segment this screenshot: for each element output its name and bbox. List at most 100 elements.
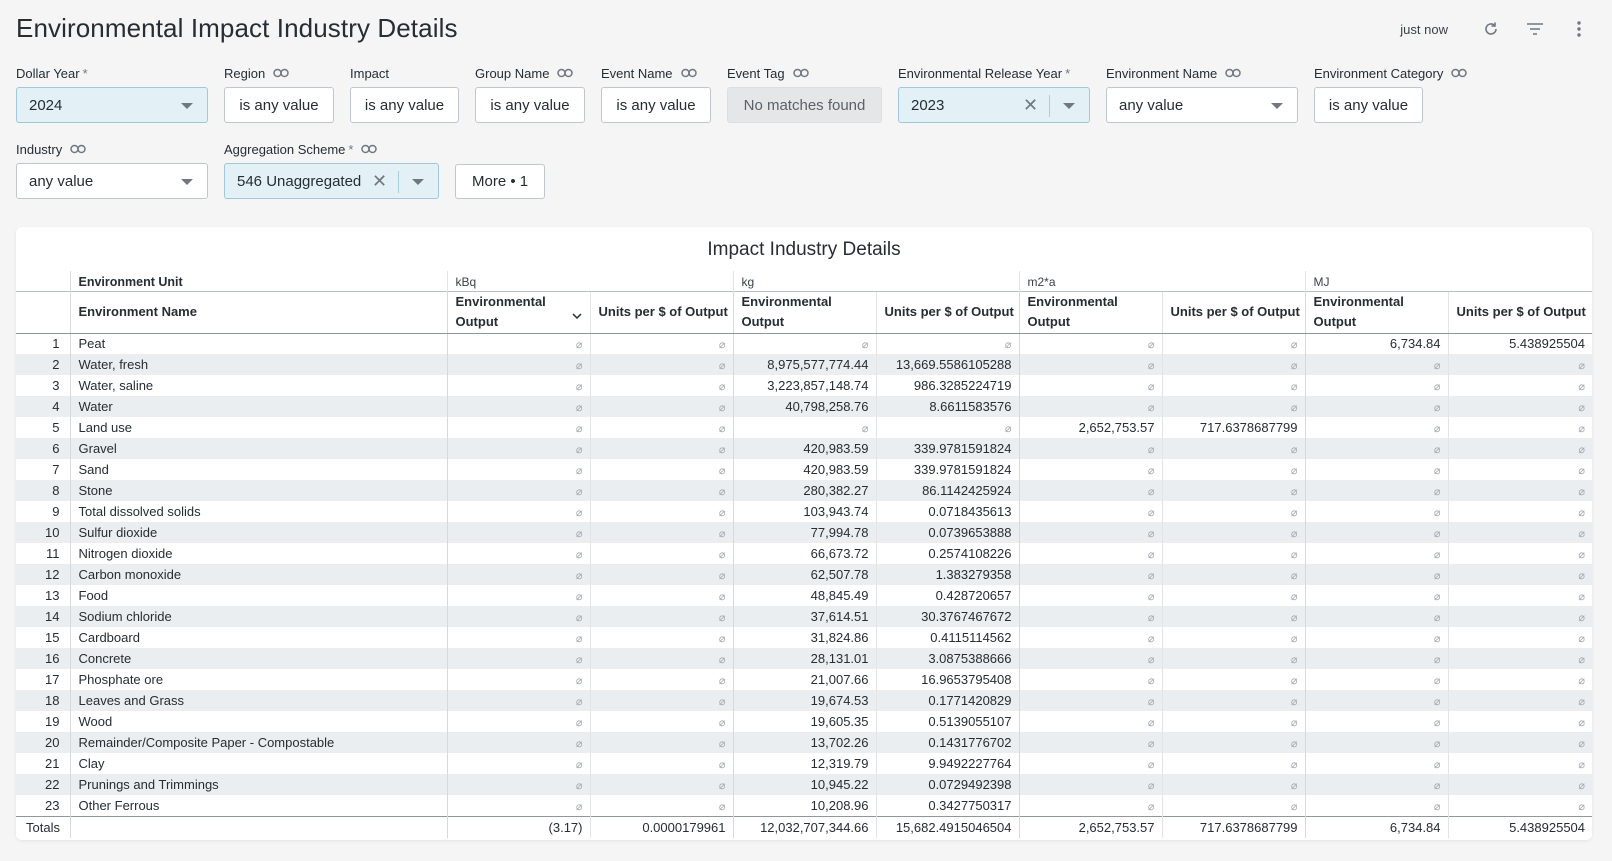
required-marker: * xyxy=(82,65,88,81)
table-row: 22 Prunings and Trimmings ⌀ ⌀ 10,945.22 0.072… xyxy=(16,774,1592,795)
null-icon: ⌀ xyxy=(718,339,726,352)
filter-env-release-year: Environmental Release Year * 2023 ✕ xyxy=(898,65,1090,123)
env-release-year-select[interactable]: 2023 ✕ xyxy=(898,87,1090,123)
environment-name-cell: Sulfur dioxide xyxy=(70,522,447,543)
units-per-dollar-header[interactable]: Units per $ of Output xyxy=(589,290,733,334)
null-icon: ⌀ xyxy=(1004,339,1012,352)
null-cell: ⌀ xyxy=(1304,543,1449,564)
row-index: 16 xyxy=(16,648,71,669)
null-icon: ⌀ xyxy=(575,570,583,582)
environment-name-select[interactable]: any value xyxy=(1106,87,1298,123)
environment-name-cell: Prunings and Trimmings xyxy=(70,774,447,795)
value-cell: 19,674.53 xyxy=(732,690,876,711)
link-icon[interactable] xyxy=(1225,68,1242,78)
refresh-icon[interactable] xyxy=(1480,18,1502,40)
null-cell: ⌀ xyxy=(1447,585,1592,606)
null-icon: ⌀ xyxy=(1578,360,1586,372)
value-cell: 2,652,753.57 xyxy=(1018,417,1162,438)
filter-label: Impact xyxy=(350,65,390,81)
null-cell: ⌀ xyxy=(589,690,733,711)
environment-category-filter-button[interactable]: is any value xyxy=(1314,87,1423,123)
null-icon: ⌀ xyxy=(1147,612,1155,624)
null-cell: ⌀ xyxy=(1304,627,1449,648)
units-per-dollar-header[interactable]: Units per $ of Output xyxy=(1447,290,1592,334)
filter-impact: Impact is any value xyxy=(350,65,459,123)
null-icon: ⌀ xyxy=(718,486,726,498)
null-icon: ⌀ xyxy=(1147,444,1155,456)
value-cell: 0.1771420829 xyxy=(875,690,1019,711)
row-index: 22 xyxy=(16,774,71,795)
environmental-output-header[interactable]: Environmental Output xyxy=(1304,290,1449,334)
filter-label: Aggregation Scheme xyxy=(224,141,346,157)
null-icon: ⌀ xyxy=(1290,675,1298,687)
filter-region: Region is any value xyxy=(224,65,334,123)
null-icon: ⌀ xyxy=(718,360,726,372)
sort-chevron-icon[interactable] xyxy=(571,306,582,326)
null-icon: ⌀ xyxy=(718,717,726,729)
industry-select[interactable]: any value xyxy=(16,163,208,199)
environmental-output-header[interactable]: Environmental Output xyxy=(446,290,590,334)
null-cell: ⌀ xyxy=(446,690,590,711)
link-icon[interactable] xyxy=(273,68,289,78)
null-icon: ⌀ xyxy=(1578,570,1586,582)
chevron-down-icon[interactable] xyxy=(1063,103,1075,109)
value-cell: 0.4115114562 xyxy=(875,627,1019,648)
totals-row: Totals (3.17) 0.0000179961 12,032,707,344.… xyxy=(16,815,1592,838)
environment-name-header[interactable]: Environment Name xyxy=(70,290,447,334)
table-row: 17 Phosphate ore ⌀ ⌀ 21,007.66 16.9653795408 ⌀… xyxy=(16,669,1592,690)
null-cell: ⌀ xyxy=(589,732,733,753)
value-cell: 77,994.78 xyxy=(732,522,876,543)
units-per-dollar-header[interactable]: Units per $ of Output xyxy=(875,290,1019,334)
null-icon: ⌀ xyxy=(718,654,726,666)
null-cell: ⌀ xyxy=(1304,606,1449,627)
impact-filter-button[interactable]: is any value xyxy=(350,87,459,123)
link-icon[interactable] xyxy=(557,68,574,78)
total-value-cell: 0.0000179961 xyxy=(589,815,733,838)
null-cell: ⌀ xyxy=(1161,627,1306,648)
null-icon: ⌀ xyxy=(575,507,583,519)
card-title: Impact Industry Details xyxy=(707,239,901,260)
filter-value: any value xyxy=(1119,96,1184,114)
link-icon[interactable] xyxy=(70,144,86,154)
null-cell: ⌀ xyxy=(589,606,733,627)
row-index: 7 xyxy=(16,459,71,480)
environmental-output-header[interactable]: Environmental Output xyxy=(1018,290,1162,334)
null-cell: ⌀ xyxy=(446,459,590,480)
null-icon: ⌀ xyxy=(1433,717,1441,729)
units-per-dollar-header[interactable]: Units per $ of Output xyxy=(1161,290,1306,334)
table-row: 5 Land use ⌀ ⌀ ⌀ ⌀ 2,652,753.57 717.6378687799 ⌀… xyxy=(16,417,1592,438)
null-cell: ⌀ xyxy=(446,774,590,795)
null-icon: ⌀ xyxy=(1433,675,1441,687)
null-cell: ⌀ xyxy=(1018,438,1162,459)
null-cell: ⌀ xyxy=(1447,669,1592,690)
row-index: 2 xyxy=(16,354,71,375)
link-icon[interactable] xyxy=(792,68,809,78)
unit-group-header: MJ xyxy=(1304,271,1592,291)
region-filter-button[interactable]: is any value xyxy=(224,87,334,123)
event-name-filter-button[interactable]: is any value xyxy=(601,87,711,123)
null-icon: ⌀ xyxy=(1433,381,1441,393)
filter-icon[interactable] xyxy=(1524,18,1546,40)
environmental-output-header[interactable]: Environmental Output xyxy=(732,290,876,334)
null-icon: ⌀ xyxy=(1433,738,1441,750)
environment-name-cell: Phosphate ore xyxy=(78,672,164,687)
filter-label: Event Name xyxy=(601,65,673,81)
dollar-year-select[interactable]: 2024 xyxy=(16,87,208,123)
null-icon: ⌀ xyxy=(575,402,583,414)
chevron-down-icon[interactable] xyxy=(412,179,424,185)
value-cell: 339.9781591824 xyxy=(875,459,1019,480)
row-index: 13 xyxy=(16,585,71,606)
clear-icon[interactable]: ✕ xyxy=(372,172,387,190)
link-icon[interactable] xyxy=(361,144,378,154)
clear-icon[interactable]: ✕ xyxy=(1023,96,1038,114)
aggregation-scheme-select[interactable]: 546 Unaggregated ✕ xyxy=(224,163,439,199)
link-icon[interactable] xyxy=(1451,68,1468,78)
null-icon: ⌀ xyxy=(1147,486,1155,498)
value-cell: 28,131.01 xyxy=(732,648,876,669)
group-name-filter-button[interactable]: is any value xyxy=(475,87,585,123)
null-cell: ⌀ xyxy=(1161,459,1306,480)
link-icon[interactable] xyxy=(680,68,697,78)
value-cell: 37,614.51 xyxy=(732,606,876,627)
more-filters-button[interactable]: More • 1 xyxy=(455,164,546,199)
more-vert-icon[interactable] xyxy=(1568,18,1590,40)
